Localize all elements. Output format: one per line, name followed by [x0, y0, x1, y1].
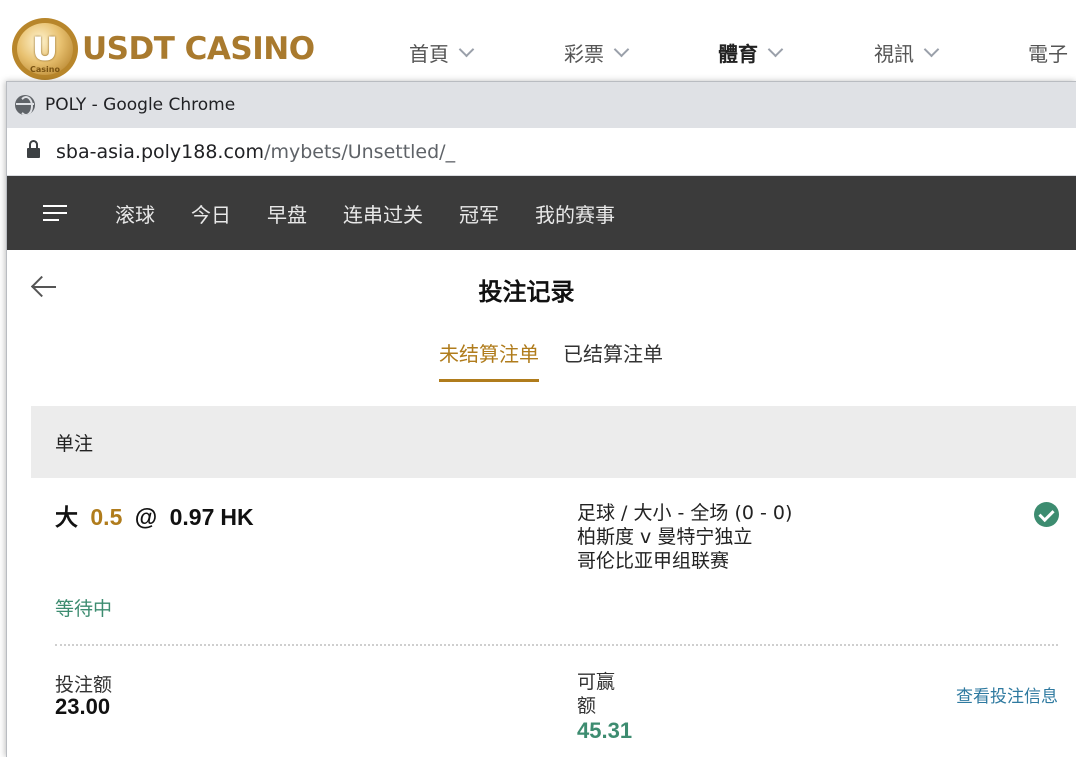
- match-teams: 柏斯度 v 曼特宁独立: [577, 526, 753, 548]
- site-nav-label: 首頁: [409, 42, 449, 66]
- nav-tab-early[interactable]: 早盘: [267, 199, 307, 228]
- nav-tab-live[interactable]: 滚球: [115, 199, 155, 228]
- bet-status: 等待中: [55, 598, 113, 620]
- at-symbol: @: [134, 504, 158, 530]
- chrome-popup-window: POLY - Google Chrome sba-asia.poly188.co…: [6, 81, 1076, 757]
- site-nav-label: 視訊: [874, 42, 914, 66]
- check-circle-icon: [1034, 502, 1059, 527]
- site-nav-label: 彩票: [564, 42, 604, 66]
- selection-label: 大: [55, 504, 78, 530]
- logo-letter: U: [32, 30, 58, 68]
- nav-tab-outright[interactable]: 冠军: [459, 199, 499, 228]
- lock-icon[interactable]: [27, 140, 40, 161]
- odds-type: HK: [220, 504, 254, 530]
- nav-tab-today[interactable]: 今日: [191, 199, 231, 228]
- logo-coin-icon: U Casino: [12, 18, 78, 80]
- chevron-down-icon: [923, 41, 940, 58]
- chevron-down-icon: [767, 41, 784, 58]
- sportsbook-nav: 滚球 今日 早盘 连串过关 冠军 我的赛事: [7, 176, 1076, 250]
- stake-value: 23.00: [55, 694, 111, 719]
- site-nav-lottery[interactable]: 彩票: [564, 38, 630, 67]
- globe-icon: [15, 95, 35, 115]
- site-nav-live[interactable]: 視訊: [874, 38, 940, 67]
- logo-text: USDT CASINO: [82, 31, 315, 67]
- address-bar[interactable]: sba-asia.poly188.com/mybets/Unsettled/_: [7, 128, 1076, 176]
- url-host: sba-asia.poly188.com: [56, 140, 265, 163]
- league-name: 哥伦比亚甲组联赛: [577, 550, 730, 572]
- dotted-divider: [55, 644, 1058, 646]
- section-label: 单注: [55, 432, 94, 455]
- nav-tab-parlay[interactable]: 连串过关: [343, 199, 423, 228]
- page-title: 投注记录: [478, 278, 575, 306]
- tab-settled[interactable]: 已结算注单: [563, 338, 663, 382]
- handicap-value: 0.5: [90, 504, 123, 530]
- site-nav-slots[interactable]: 電子: [1028, 38, 1068, 67]
- sport-market: 足球 / 大小 - 全场 (0 - 0): [577, 502, 793, 524]
- win-label: 可赢额: [577, 671, 616, 717]
- site-nav-label: 電子: [1028, 42, 1068, 66]
- url-path: /mybets/Unsettled/_: [264, 140, 456, 163]
- nav-tab-my-events[interactable]: 我的赛事: [535, 199, 615, 228]
- hamburger-menu-icon[interactable]: [43, 205, 67, 221]
- bet-selection: 大 0.5 @ 0.97 HK: [55, 498, 254, 532]
- section-header-single: 单注: [31, 406, 1076, 478]
- tab-unsettled[interactable]: 未结算注单: [439, 338, 539, 382]
- stake-label: 投注额: [55, 674, 113, 696]
- logo-small-text: Casino: [30, 65, 60, 74]
- window-titlebar[interactable]: POLY - Google Chrome: [7, 82, 1076, 128]
- win-value: 45.31: [577, 718, 633, 743]
- bet-history-page: 投注记录 未结算注单 已结算注单 单注 大 0.5 @ 0.97 HK 足球 / …: [7, 250, 1076, 756]
- chevron-down-icon: [613, 41, 630, 58]
- site-logo[interactable]: U Casino USDT CASINO: [12, 18, 315, 80]
- site-nav-sports[interactable]: 體育: [718, 38, 784, 67]
- site-nav-home[interactable]: 首頁: [409, 38, 475, 67]
- site-nav-label: 體育: [718, 42, 758, 66]
- casino-site-header: U Casino USDT CASINO 首頁 彩票 體育 視訊 電子: [0, 0, 1076, 82]
- view-bet-info-link[interactable]: 查看投注信息: [956, 682, 1058, 707]
- window-title: POLY - Google Chrome: [45, 95, 236, 115]
- chevron-down-icon: [458, 41, 475, 58]
- match-info: 足球 / 大小 - 全场 (0 - 0) 柏斯度 v 曼特宁独立 哥伦比亚甲组联…: [577, 501, 792, 573]
- odds-value: 0.97: [169, 504, 215, 530]
- bet-status-tabs: 未结算注单 已结算注单: [439, 338, 687, 382]
